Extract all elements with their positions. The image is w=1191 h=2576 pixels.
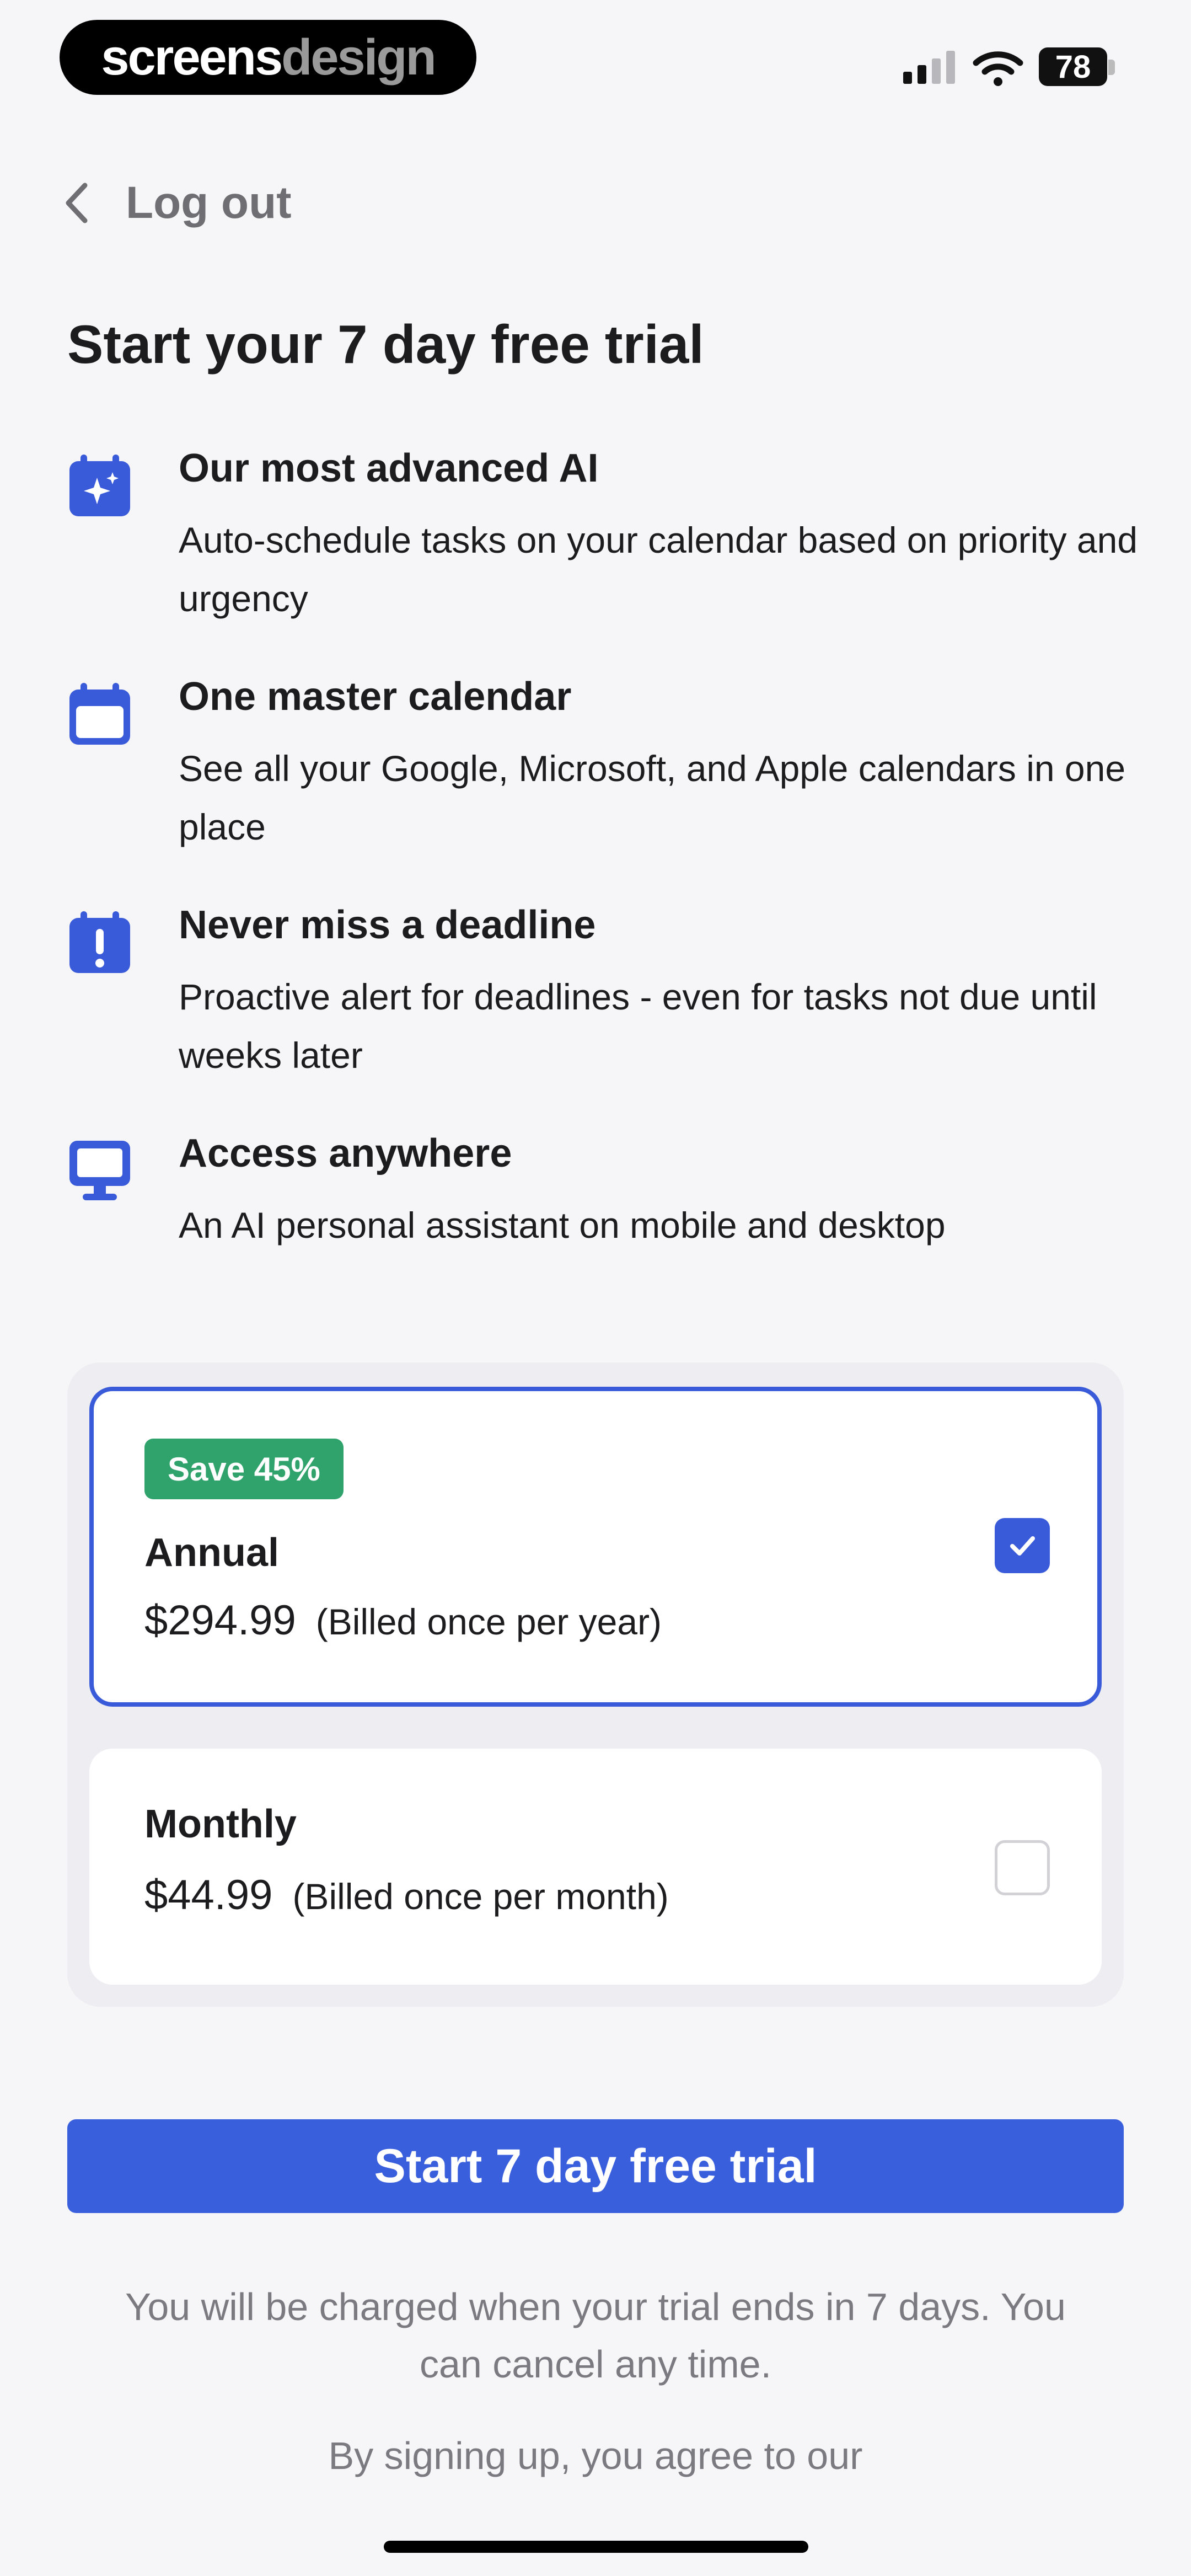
plan-billing-note: (Billed once per month): [292, 1876, 669, 1917]
battery-level: 78: [1039, 47, 1107, 86]
plan-option-annual[interactable]: Save 45% Annual $294.99 (Billed once per …: [89, 1387, 1102, 1707]
brand-part1: screens: [101, 29, 283, 85]
plan-price: $294.99: [144, 1597, 296, 1644]
plan-price-row: $294.99 (Billed once per year): [144, 1596, 662, 1644]
feature-description: See all your Google, Microsoft, and Appl…: [179, 748, 1126, 847]
checkmark-icon: [1010, 1536, 1035, 1556]
logout-back-button[interactable]: Log out: [61, 175, 292, 231]
cellular-signal-icon: [903, 51, 955, 84]
plan-name: Annual: [144, 1531, 279, 1575]
desktop-icon: [69, 1141, 130, 1200]
feature-title: Access anywhere: [179, 1131, 512, 1175]
plan-price-row: $44.99 (Billed once per month): [144, 1871, 669, 1919]
plan-selector: Save 45% Annual $294.99 (Billed once per …: [67, 1362, 1124, 2007]
billing-notice: You will be charged when your trial ends…: [125, 2285, 1066, 2386]
feature-description: Proactive alert for deadlines - even for…: [179, 976, 1097, 1076]
monthly-checkbox[interactable]: [995, 1840, 1050, 1895]
feature-description: An AI personal assistant on mobile and d…: [179, 1205, 946, 1246]
plan-name: Monthly: [144, 1802, 297, 1846]
home-indicator: [384, 2541, 808, 2553]
back-label: Log out: [126, 178, 292, 228]
battery-cap: [1108, 60, 1115, 75]
feature-title: One master calendar: [179, 675, 572, 719]
plan-price: $44.99: [144, 1872, 273, 1918]
start-trial-button[interactable]: Start 7 day free trial: [67, 2119, 1124, 2213]
annual-checkbox[interactable]: [995, 1518, 1050, 1573]
terms-notice: By signing up, you agree to our: [328, 2434, 863, 2477]
feature-title: Never miss a deadline: [179, 903, 596, 947]
calendar-icon: [69, 683, 130, 745]
screensdesign-watermark: screens design: [60, 20, 476, 95]
calendar-sparkle-icon: [69, 455, 130, 516]
plan-option-monthly[interactable]: Monthly $44.99 (Billed once per month): [89, 1749, 1102, 1985]
feature-title: Our most advanced AI: [179, 446, 599, 490]
feature-description: Auto-schedule tasks on your calendar bas…: [179, 520, 1138, 619]
plan-billing-note: (Billed once per year): [315, 1601, 662, 1642]
page-title: Start your 7 day free trial: [67, 314, 704, 375]
save-badge: Save 45%: [144, 1439, 344, 1499]
calendar-alert-icon: [69, 911, 130, 973]
wifi-icon: [973, 51, 1023, 86]
chevron-left-icon: [66, 183, 88, 223]
brand-part2: design: [281, 29, 436, 85]
